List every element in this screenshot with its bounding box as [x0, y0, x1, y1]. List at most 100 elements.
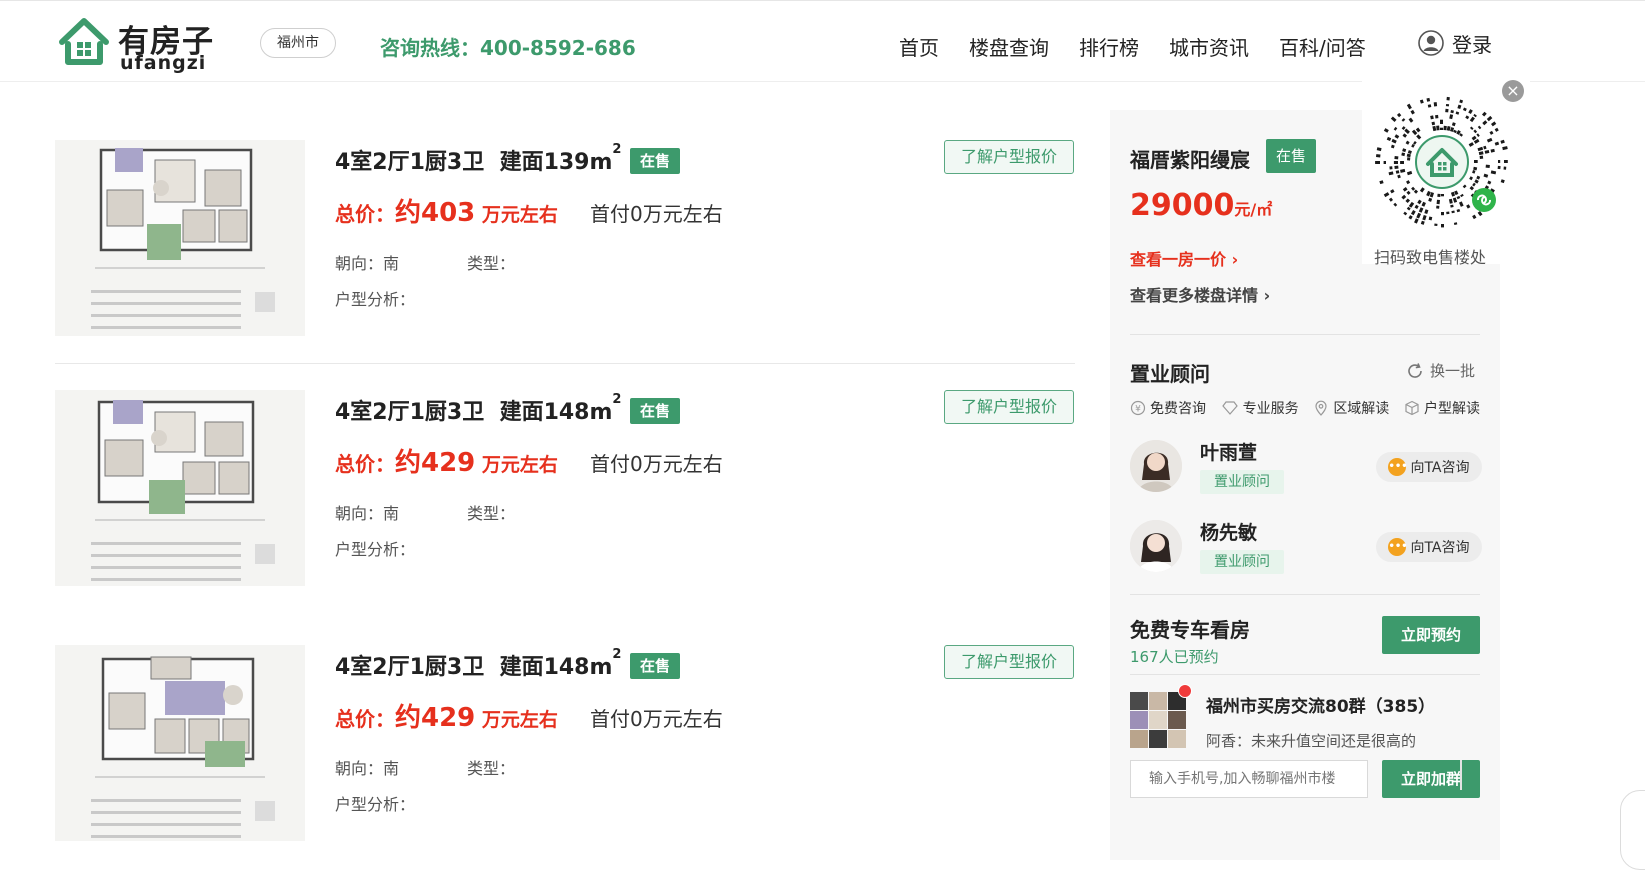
- city-selector-button[interactable]: 福州市: [260, 28, 336, 58]
- divider: [1130, 334, 1480, 335]
- advisor-features: ¥ 免费咨询 专业服务 区域解读 户型解读: [1130, 398, 1480, 418]
- nav-item-wiki-qa[interactable]: 百科/问答: [1279, 32, 1366, 61]
- quote-button[interactable]: 了解户型报价: [944, 140, 1074, 174]
- advisor-avatar[interactable]: [1130, 520, 1182, 572]
- yen-circle-icon: ¥: [1130, 400, 1146, 416]
- floor-plan-image[interactable]: [55, 140, 305, 336]
- refresh-label: 换一批: [1430, 362, 1476, 380]
- site-logo[interactable]: 有房子 ufangzi: [56, 14, 226, 74]
- advisor-role-badge: 置业顾问: [1200, 470, 1284, 494]
- floating-widget-edge[interactable]: [1620, 790, 1645, 870]
- diamond-icon: [1221, 401, 1238, 415]
- listing-title[interactable]: 4室2厅1厨3卫 建面148m2: [335, 647, 622, 681]
- project-name[interactable]: 福厝紫阳缦宸: [1130, 144, 1250, 173]
- booking-count: 167人已预约: [1130, 648, 1219, 666]
- feature-item: ¥ 免费咨询: [1130, 398, 1206, 418]
- group-avatar-grid: [1130, 692, 1186, 748]
- close-icon[interactable]: ×: [1502, 80, 1524, 102]
- quote-button[interactable]: 了解户型报价: [944, 390, 1074, 424]
- main-nav: 首页 楼盘查询 排行榜 城市资讯 百科/问答: [899, 32, 1366, 61]
- refresh-icon: [1408, 362, 1422, 378]
- analysis-text: 户型分析：: [335, 290, 416, 309]
- svg-text:¥: ¥: [1135, 405, 1141, 415]
- consult-label: 向TA咨询: [1410, 540, 1470, 556]
- house-logo-icon: [59, 18, 109, 65]
- consult-advisor-button[interactable]: ••• 向TA咨询: [1376, 532, 1482, 562]
- more-details-link[interactable]: 查看更多楼盘详情 ›: [1130, 282, 1270, 306]
- analysis-text: 户型分析：: [335, 795, 416, 814]
- total-price: 总价：约429 万元左右: [335, 697, 558, 734]
- area-text: 建面139m: [499, 150, 613, 175]
- advisor-role-badge: 置业顾问: [1200, 550, 1284, 574]
- layout-text: 4室2厅1厨3卫: [335, 150, 485, 175]
- refresh-advisors-button[interactable]: 换一批: [1406, 360, 1475, 381]
- total-price: 总价：约403 万元左右: [335, 192, 558, 229]
- quote-button[interactable]: 了解户型报价: [944, 645, 1074, 679]
- area-superscript: 2: [612, 647, 622, 662]
- listing-card: 4室2厅1厨3卫 建面148m2 在售 了解户型报价 总价：约429 万元左右 …: [55, 390, 1075, 586]
- floor-plan-image[interactable]: [55, 390, 305, 586]
- chevron-right-icon: ›: [1231, 250, 1239, 269]
- nav-item-home[interactable]: 首页: [899, 32, 939, 61]
- free-car-title: 免费专车看房: [1130, 618, 1250, 642]
- listing-title[interactable]: 4室2厅1厨3卫 建面139m2: [335, 142, 621, 176]
- area-superscript: 2: [612, 392, 622, 407]
- status-badge: 在售: [630, 148, 681, 174]
- down-payment: 首付0万元左右: [590, 202, 723, 226]
- layout-text: 4室2厅1厨3卫: [335, 400, 485, 425]
- price-value: 约403: [395, 198, 476, 228]
- listing-card: 4室2厅1厨3卫 建面148m2 在售 了解户型报价 总价：约429 万元左右 …: [55, 645, 1075, 841]
- price-value: 约429: [395, 703, 476, 733]
- phone-number-input[interactable]: [1130, 760, 1368, 798]
- more-details-label: 查看更多楼盘详情: [1130, 286, 1259, 305]
- facing-text: 朝向：南: [335, 759, 400, 778]
- facing-text: 朝向：南: [335, 504, 400, 523]
- layout-text: 4室2厅1厨3卫: [335, 655, 485, 680]
- consult-advisor-button[interactable]: ••• 向TA咨询: [1376, 452, 1482, 482]
- login-label: 登录: [1452, 32, 1492, 57]
- advisor-card: 杨先敏 置业顾问 ••• 向TA咨询: [1130, 520, 1482, 576]
- login-link[interactable]: 登录: [1418, 28, 1492, 58]
- nav-item-city-news[interactable]: 城市资讯: [1169, 32, 1249, 61]
- area-text: 建面148m: [499, 655, 613, 680]
- divider: [1130, 594, 1480, 595]
- price-unit: 万元左右: [475, 709, 558, 731]
- nav-item-property-search[interactable]: 楼盘查询: [969, 32, 1049, 61]
- scroll-indicator: [1460, 760, 1462, 790]
- price-label: 总价：: [335, 452, 395, 476]
- book-car-button[interactable]: 立即预约: [1382, 616, 1480, 654]
- one-price-link[interactable]: 查看一房一价 ›: [1130, 246, 1238, 270]
- down-payment: 首付0万元左右: [590, 707, 723, 731]
- advisor-avatar[interactable]: [1130, 440, 1182, 492]
- project-price: 29000元/㎡: [1130, 188, 1272, 223]
- advisor-name: 叶雨萱: [1200, 442, 1258, 464]
- qr-code-image: [1368, 88, 1516, 236]
- chevron-right-icon: ›: [1263, 286, 1271, 305]
- chat-group-title[interactable]: 福州市买房交流80群（385）: [1206, 692, 1435, 717]
- hotline-text: 咨询热线：400-8592-686: [380, 36, 636, 60]
- divider: [1130, 674, 1480, 675]
- floor-plan-image[interactable]: [55, 645, 305, 841]
- nav-item-rankings[interactable]: 排行榜: [1079, 32, 1139, 61]
- logo-text-en: ufangzi: [120, 52, 207, 74]
- unread-dot-icon: [1178, 684, 1192, 698]
- location-pin-icon: [1315, 400, 1327, 416]
- price-unit: 万元左右: [475, 204, 558, 226]
- facing-text: 朝向：南: [335, 254, 400, 273]
- project-status-badge: 在售: [1266, 139, 1317, 173]
- feature-label: 户型解读: [1423, 401, 1480, 417]
- status-badge: 在售: [630, 398, 681, 424]
- type-text: 类型：: [467, 759, 516, 778]
- chat-bubble-icon: •••: [1388, 458, 1408, 476]
- feature-label: 区域解读: [1333, 401, 1390, 417]
- consult-label: 向TA咨询: [1410, 460, 1470, 476]
- down-payment: 首付0万元左右: [590, 452, 723, 476]
- chat-group-last-message: 阿香：未来升值空间还是很高的: [1206, 732, 1417, 750]
- listing-title[interactable]: 4室2厅1厨3卫 建面148m2: [335, 392, 622, 426]
- feature-item: 区域解读: [1313, 398, 1389, 418]
- type-text: 类型：: [467, 504, 516, 523]
- qr-caption: 扫码致电售楼处: [1374, 248, 1487, 267]
- join-group-button[interactable]: 立即加群: [1382, 760, 1480, 798]
- feature-item: 户型解读: [1404, 398, 1480, 418]
- project-price-value: 29000: [1130, 188, 1235, 223]
